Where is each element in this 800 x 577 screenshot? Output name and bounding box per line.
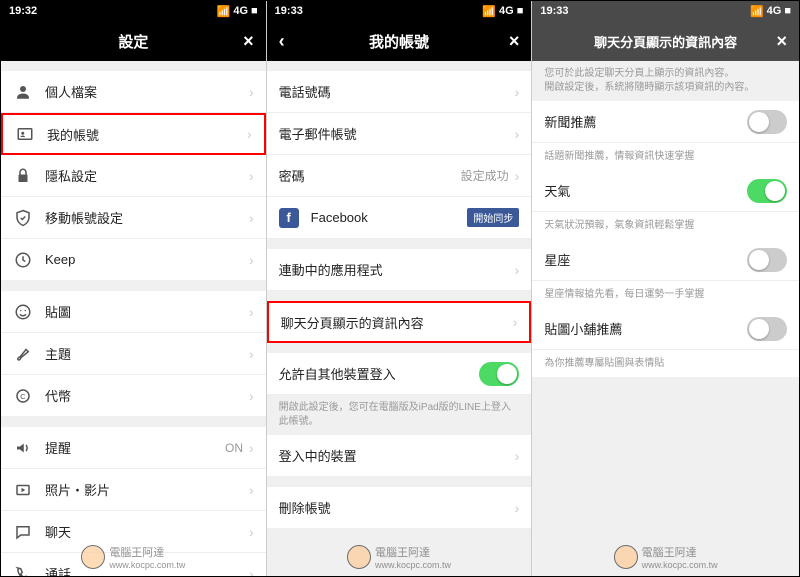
header: ‹ 我的帳號 ×	[267, 21, 532, 61]
close-icon[interactable]: ×	[509, 31, 520, 52]
facebook-sync-button[interactable]: 開始同步	[467, 208, 519, 227]
chat-icon	[13, 522, 33, 542]
setting-weather[interactable]: 天氣	[532, 170, 799, 212]
setting-horoscope[interactable]: 星座	[532, 239, 799, 281]
toggle-news[interactable]	[747, 110, 787, 134]
chevron-right-icon: ›	[249, 84, 254, 100]
status-time: 19:32	[9, 5, 37, 17]
intro-text: 您可於此設定聊天分頁上顯示的資訊內容。 開啟設定後，系統將隨時顯示該項資訊的內容…	[532, 61, 799, 101]
settings-profile[interactable]: 個人檔案 ›	[1, 71, 266, 113]
watermark: 電腦王阿達www.kocpc.com.tw	[347, 544, 451, 570]
settings-themes[interactable]: 主題 ›	[1, 333, 266, 375]
status-right: 📶 4G ■	[217, 5, 258, 18]
settings-privacy[interactable]: 隱私設定 ›	[1, 155, 266, 197]
status-bar: 19:32 📶 4G ■	[1, 1, 266, 21]
settings-account[interactable]: 我的帳號 ›	[1, 113, 266, 155]
account-linked-apps[interactable]: 連動中的應用程式›	[267, 249, 532, 291]
screen-settings: 19:32 📶 4G ■ 設定 × 個人檔案 › 我的帳號 › 隱私設定 › 移…	[1, 1, 267, 576]
account-password[interactable]: 密碼 設定成功›	[267, 155, 532, 197]
toggle-stickershop[interactable]	[747, 317, 787, 341]
keep-icon	[13, 250, 33, 270]
header-title: 我的帳號	[369, 31, 429, 52]
svg-text:C: C	[20, 392, 26, 401]
account-email[interactable]: 電子郵件帳號›	[267, 113, 532, 155]
status-bar: 19:33 📶 4G ■	[532, 1, 799, 21]
header: 設定 ×	[1, 21, 266, 61]
back-icon[interactable]: ‹	[279, 31, 285, 52]
play-icon	[13, 480, 33, 500]
settings-photos[interactable]: 照片・影片 ›	[1, 469, 266, 511]
header-title: 聊天分頁顯示的資訊內容	[594, 32, 737, 51]
facebook-icon: f	[279, 208, 299, 228]
status-bar: 19:33 📶 4G ■	[267, 1, 532, 21]
smile-icon	[13, 302, 33, 322]
account-delete[interactable]: 刪除帳號›	[267, 487, 532, 529]
watermark-avatar	[81, 545, 105, 569]
account-logged-devices[interactable]: 登入中的裝置›	[267, 435, 532, 477]
settings-coins[interactable]: C 代幣 ›	[1, 375, 266, 417]
close-icon[interactable]: ×	[243, 31, 254, 52]
chevron-right-icon: ›	[247, 126, 252, 142]
account-facebook[interactable]: f Facebook 開始同步	[267, 197, 532, 239]
toggle-devices[interactable]	[479, 362, 519, 386]
settings-keep[interactable]: Keep ›	[1, 239, 266, 281]
settings-transfer[interactable]: 移動帳號設定 ›	[1, 197, 266, 239]
shield-icon	[13, 208, 33, 228]
setting-stickershop[interactable]: 貼圖小舖推薦	[532, 308, 799, 350]
close-icon[interactable]: ×	[777, 31, 788, 52]
watermark: 電腦王阿達www.kocpc.com.tw	[81, 544, 185, 570]
coin-icon: C	[13, 386, 33, 406]
watermark: 電腦王阿達www.kocpc.com.tw	[614, 544, 718, 570]
settings-notifications[interactable]: 提醒 ON ›	[1, 427, 266, 469]
screen-chat-info: 19:33 📶 4G ■ 聊天分頁顯示的資訊內容 × 您可於此設定聊天分頁上顯示…	[532, 1, 799, 576]
speaker-icon	[13, 438, 33, 458]
screen-account: 19:33 📶 4G ■ ‹ 我的帳號 × 電話號碼› 電子郵件帳號› 密碼 設…	[267, 1, 533, 576]
phone-icon	[13, 564, 33, 577]
header: 聊天分頁顯示的資訊內容 ×	[532, 21, 799, 61]
account-allow-other-devices[interactable]: 允許自其他裝置登入	[267, 353, 532, 395]
lock-icon	[13, 166, 33, 186]
header-title: 設定	[118, 31, 148, 52]
account-phone[interactable]: 電話號碼›	[267, 71, 532, 113]
account-chat-info[interactable]: 聊天分頁顯示的資訊內容›	[267, 301, 532, 343]
person-icon	[13, 82, 33, 102]
id-card-icon	[15, 124, 35, 144]
help-text: 開啟此設定後，您可在電腦版及iPad版的LINE上登入此帳號。	[267, 395, 532, 435]
settings-stickers[interactable]: 貼圖 ›	[1, 291, 266, 333]
brush-icon	[13, 344, 33, 364]
setting-news[interactable]: 新聞推薦	[532, 101, 799, 143]
toggle-weather[interactable]	[747, 179, 787, 203]
toggle-horoscope[interactable]	[747, 248, 787, 272]
